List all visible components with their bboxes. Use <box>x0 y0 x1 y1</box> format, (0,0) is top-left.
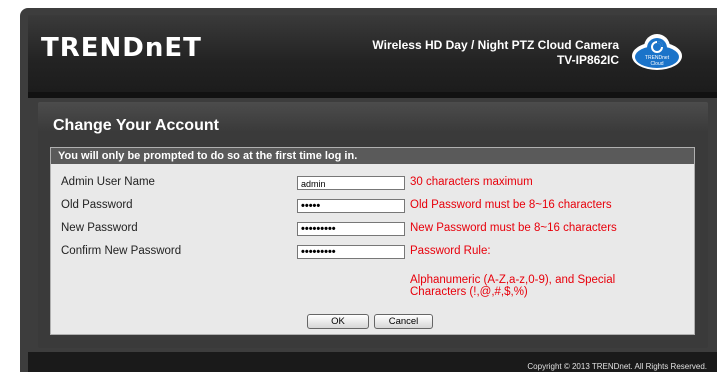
header-divider <box>28 92 717 98</box>
ok-button[interactable]: OK <box>307 314 369 329</box>
confirm-password-label: Confirm New Password <box>61 245 182 257</box>
new-password-hint: New Password must be 8~16 characters <box>410 222 617 234</box>
new-password-input[interactable]: ••••••••• <box>297 222 405 236</box>
new-password-label: New Password <box>61 222 138 234</box>
product-model: TV-IP862IC <box>556 53 619 67</box>
cancel-button[interactable]: Cancel <box>374 314 433 329</box>
confirm-password-input[interactable]: ••••••••• <box>297 245 405 259</box>
password-rule-line-2: Characters (!,@,#,$,%) <box>410 286 528 298</box>
admin-user-name-hint: 30 characters maximum <box>410 176 533 188</box>
old-password-input[interactable]: ••••• <box>297 199 405 213</box>
old-password-label: Old Password <box>61 199 133 211</box>
first-login-notice: You will only be prompted to do so at th… <box>51 148 694 164</box>
cloud-badge-label: TRENDnet Cloud <box>644 55 670 67</box>
copyright-text: Copyright © 2013 TRENDnet. All Rights Re… <box>527 362 707 371</box>
trendnet-cloud-icon <box>632 34 682 70</box>
panel-title: Change Your Account <box>53 117 219 134</box>
old-password-hint: Old Password must be 8~16 characters <box>410 199 612 211</box>
product-name: Wireless HD Day / Night PTZ Cloud Camera <box>372 38 619 52</box>
admin-user-name-label: Admin User Name <box>61 176 155 188</box>
product-title: Wireless HD Day / Night PTZ Cloud Camera… <box>372 38 619 68</box>
password-rule-title: Password Rule: <box>410 245 491 257</box>
trendnet-logo: TRENDnET <box>41 33 202 63</box>
admin-user-name-input[interactable]: admin <box>297 176 405 190</box>
